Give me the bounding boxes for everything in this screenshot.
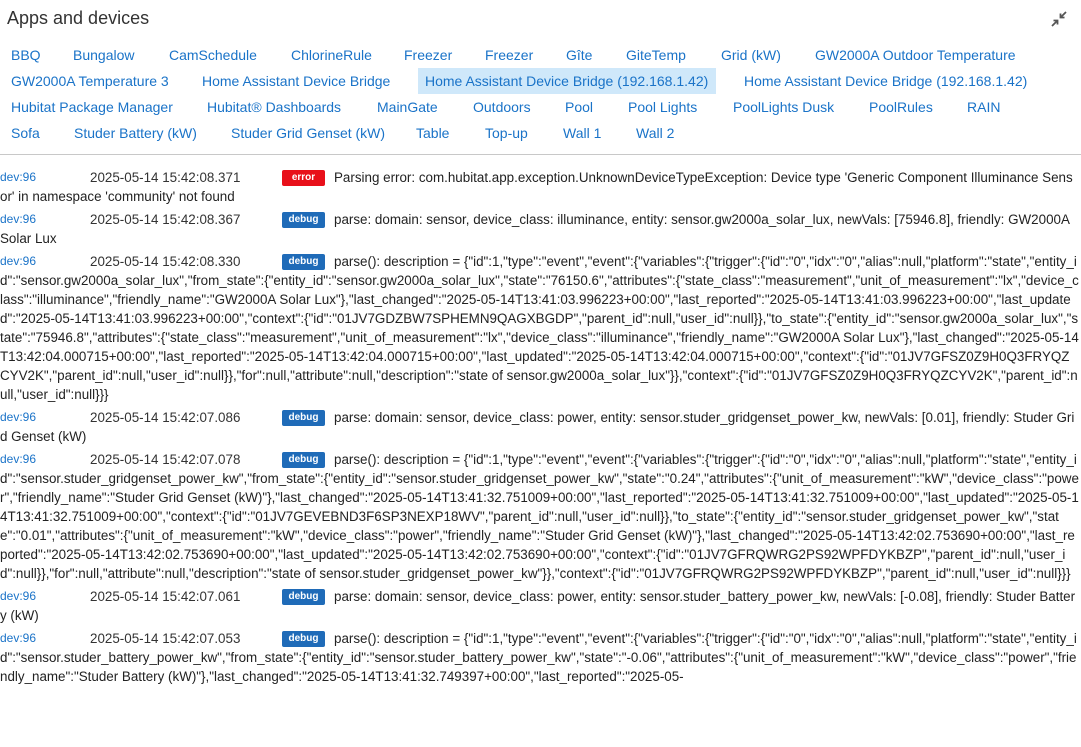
device-link[interactable]: dev:96: [0, 168, 36, 187]
tab-device[interactable]: Studer Grid Genset (kW): [224, 120, 392, 146]
level-badge: error: [282, 170, 325, 186]
tab-device[interactable]: Pool: [558, 94, 600, 120]
level-badge: debug: [282, 254, 325, 270]
tab-device[interactable]: Hubitat Package Manager: [4, 94, 180, 120]
tab-device[interactable]: Top-up: [478, 120, 535, 146]
log-entry: dev:96 2025-05-14 15:42:07.053 debug par…: [0, 629, 1081, 686]
log-timestamp: 2025-05-14 15:42:08.330: [90, 254, 241, 269]
tab-device[interactable]: CamSchedule: [162, 42, 264, 68]
log-entry: dev:96 2025-05-14 15:42:08.367 debug par…: [0, 210, 1081, 248]
tab-device[interactable]: Table: [409, 120, 456, 146]
tab-device[interactable]: Sofa: [4, 120, 47, 146]
tab-device[interactable]: Freezer: [478, 42, 540, 68]
device-link[interactable]: dev:96: [0, 252, 36, 271]
tab-device[interactable]: Freezer: [397, 42, 459, 68]
tab-device[interactable]: Home Assistant Device Bridge: [195, 68, 397, 94]
log-timestamp: 2025-05-14 15:42:08.371: [90, 170, 241, 185]
log-entry: dev:96 2025-05-14 15:42:08.330 debug par…: [0, 252, 1081, 404]
log-timestamp: 2025-05-14 15:42:07.078: [90, 452, 241, 467]
tab-device[interactable]: Outdoors: [466, 94, 538, 120]
log-timestamp: 2025-05-14 15:42:07.061: [90, 589, 241, 604]
level-badge: debug: [282, 631, 325, 647]
log-timestamp: 2025-05-14 15:42:07.053: [90, 631, 241, 646]
tab-row: Sofa Studer Battery (kW) Studer Grid Gen…: [0, 120, 1081, 146]
log-entry: dev:96 2025-05-14 15:42:07.061 debug par…: [0, 587, 1081, 625]
page-title: Apps and devices: [7, 8, 150, 28]
tab-row: BBQ Bungalow CamSchedule ChlorineRule Fr…: [0, 42, 1081, 68]
tab-device[interactable]: PoolRules: [862, 94, 940, 120]
device-tabs: BBQ Bungalow CamSchedule ChlorineRule Fr…: [0, 42, 1081, 146]
log-timestamp: 2025-05-14 15:42:07.086: [90, 410, 241, 425]
tab-device[interactable]: ChlorineRule: [284, 42, 379, 68]
device-link[interactable]: dev:96: [0, 450, 36, 469]
collapse-icon[interactable]: [1050, 10, 1068, 28]
tab-device[interactable]: Grid (kW): [714, 42, 788, 68]
header: Apps and devices: [0, 0, 1081, 38]
tab-device[interactable]: Studer Battery (kW): [67, 120, 204, 146]
tab-device[interactable]: MainGate: [370, 94, 445, 120]
tab-device[interactable]: GW2000A Temperature 3: [4, 68, 176, 94]
log-entry: dev:96 2025-05-14 15:42:08.371 error Par…: [0, 168, 1081, 206]
device-link[interactable]: dev:96: [0, 408, 36, 427]
tab-device[interactable]: Hubitat® Dashboards: [200, 94, 348, 120]
tab-device[interactable]: Wall 1: [556, 120, 608, 146]
tab-device[interactable]: GW2000A Outdoor Temperature: [808, 42, 1023, 68]
divider: [0, 154, 1081, 155]
device-link[interactable]: dev:96: [0, 629, 36, 648]
device-link[interactable]: dev:96: [0, 587, 36, 606]
tab-device[interactable]: Gîte: [559, 42, 599, 68]
level-badge: debug: [282, 452, 325, 468]
tab-selected[interactable]: Home Assistant Device Bridge (192.168.1.…: [418, 68, 716, 94]
level-badge: debug: [282, 410, 325, 426]
log-list: dev:96 2025-05-14 15:42:08.371 error Par…: [0, 168, 1081, 686]
level-badge: debug: [282, 212, 325, 228]
log-entry: dev:96 2025-05-14 15:42:07.086 debug par…: [0, 408, 1081, 446]
tab-row: GW2000A Temperature 3 Home Assistant Dev…: [0, 68, 1081, 94]
tab-device[interactable]: Home Assistant Device Bridge (192.168.1.…: [737, 68, 1034, 94]
tab-device[interactable]: Pool Lights: [621, 94, 704, 120]
log-entry: dev:96 2025-05-14 15:42:07.078 debug par…: [0, 450, 1081, 583]
device-link[interactable]: dev:96: [0, 210, 36, 229]
tab-device[interactable]: Wall 2: [629, 120, 681, 146]
tab-row: Hubitat Package Manager Hubitat® Dashboa…: [0, 94, 1081, 120]
log-timestamp: 2025-05-14 15:42:08.367: [90, 212, 241, 227]
tab-device[interactable]: PoolLights Dusk: [726, 94, 841, 120]
log-message: parse(): description = {"id":1,"type":"e…: [0, 254, 1079, 402]
tab-device[interactable]: BBQ: [4, 42, 48, 68]
tab-device[interactable]: RAIN: [960, 94, 1007, 120]
tab-device[interactable]: Bungalow: [66, 42, 142, 68]
tab-device[interactable]: GiteTemp: [619, 42, 693, 68]
level-badge: debug: [282, 589, 325, 605]
log-message: parse(): description = {"id":1,"type":"e…: [0, 452, 1079, 581]
